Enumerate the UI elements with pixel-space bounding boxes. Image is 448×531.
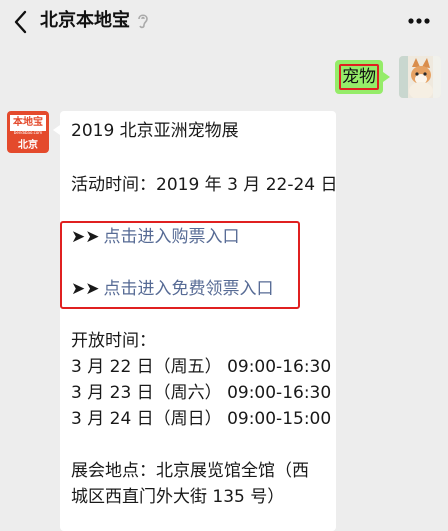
oa-logo-text: 本地宝	[10, 115, 46, 131]
open-time-day-2: 3 月 23 日（周六） 09:00-16:30	[71, 383, 332, 403]
official-account-avatar[interactable]: 本地宝 bendibao.com 北京	[7, 111, 49, 153]
message-title: 2019 北京亚洲宠物展	[71, 121, 239, 141]
back-arrow-icon[interactable]	[12, 9, 30, 35]
my-message-bubble[interactable]: 宠物	[335, 60, 390, 94]
event-time: 活动时间：2019 年 3 月 22-24 日	[71, 175, 338, 195]
venue-line-2: 城区西直门外大街 135 号）	[71, 487, 285, 507]
open-time-day-3: 3 月 24 日（周日） 09:00-15:00	[71, 409, 332, 429]
oa-logo-city: 北京	[18, 140, 38, 151]
cat-avatar-image	[399, 56, 441, 98]
oa-logo-url: bendibao.com	[13, 130, 43, 135]
my-message-text: 宠物	[339, 64, 379, 90]
highlight-box	[60, 221, 300, 309]
open-time-label: 开放时间：	[71, 331, 156, 351]
ear-icon	[138, 14, 148, 29]
more-options-icon[interactable]	[404, 8, 434, 34]
venue-line-1: 展会地点：北京展览馆全馆（西	[71, 461, 309, 481]
message-bubble: 2019 北京亚洲宠物展 活动时间：2019 年 3 月 22-24 日 ➤➤ 点…	[53, 111, 338, 531]
chat-header: 北京本地宝	[0, 0, 448, 46]
open-time-day-1: 3 月 22 日（周五） 09:00-16:30	[71, 357, 332, 377]
my-avatar[interactable]	[399, 56, 441, 98]
chat-title: 北京本地宝	[40, 10, 130, 31]
